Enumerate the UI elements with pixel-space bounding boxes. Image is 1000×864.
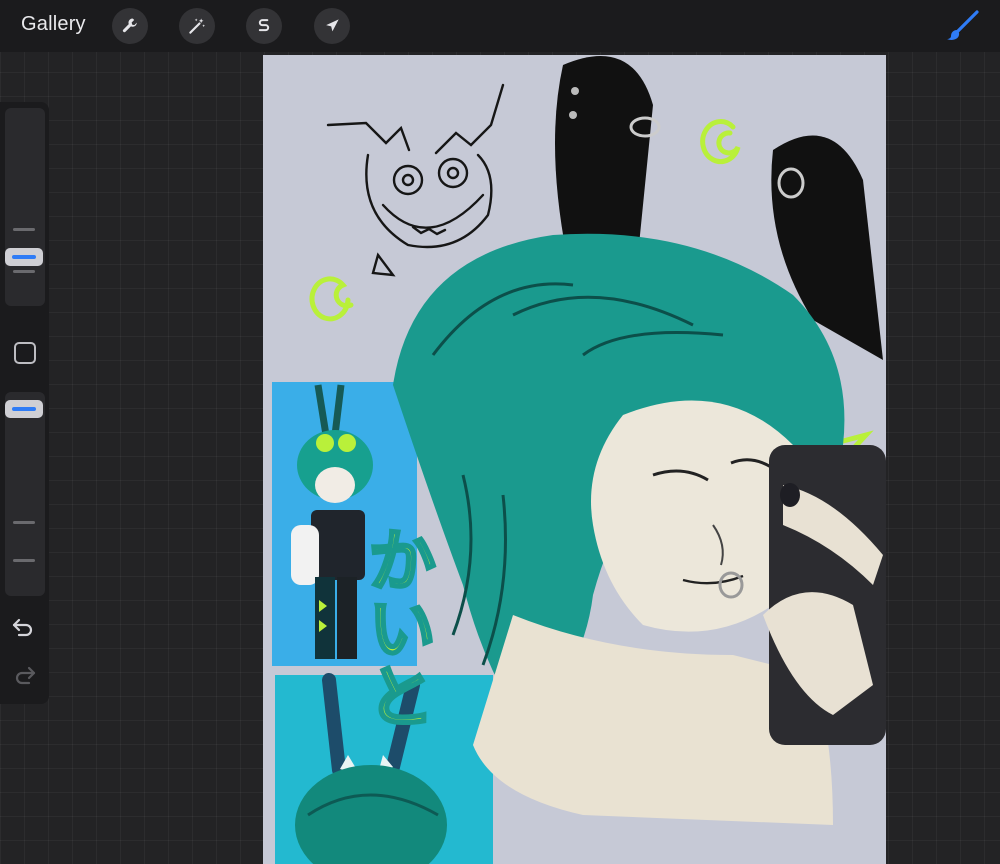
gallery-button[interactable]: Gallery xyxy=(21,13,86,36)
phone-and-hand xyxy=(763,445,886,745)
selection-button[interactable] xyxy=(246,8,282,44)
modify-button[interactable] xyxy=(14,342,36,364)
left-sidebar xyxy=(0,102,49,704)
artwork: かいと xyxy=(272,56,886,864)
magic-wand-icon xyxy=(189,18,206,34)
undo-button[interactable] xyxy=(11,616,37,638)
bat-doodle xyxy=(326,83,505,277)
japanese-name-text: かいと xyxy=(356,525,435,729)
redo-arrow-icon xyxy=(15,666,36,685)
opacity-slider-thumb[interactable] xyxy=(5,400,43,418)
slider-tick xyxy=(13,270,35,273)
undo-arrow-icon xyxy=(12,618,33,637)
opacity-slider[interactable] xyxy=(5,392,45,596)
slider-tick xyxy=(13,559,35,562)
adjustments-button[interactable] xyxy=(179,8,215,44)
transform-button[interactable] xyxy=(314,8,350,44)
slider-tick xyxy=(13,228,35,231)
brush-size-slider-thumb[interactable] xyxy=(5,248,43,266)
top-toolbar: Gallery xyxy=(0,0,1000,52)
brush-size-slider[interactable] xyxy=(5,108,45,306)
redo-button[interactable] xyxy=(11,664,37,686)
wrench-icon xyxy=(122,18,137,33)
drawing-canvas[interactable]: かいと xyxy=(263,55,886,864)
arrow-cursor-icon xyxy=(326,19,339,32)
selection-s-icon xyxy=(258,19,270,32)
actions-button[interactable] xyxy=(112,8,148,44)
paintbrush-icon xyxy=(947,10,979,40)
brush-button[interactable] xyxy=(944,10,980,42)
slider-tick xyxy=(13,521,35,524)
